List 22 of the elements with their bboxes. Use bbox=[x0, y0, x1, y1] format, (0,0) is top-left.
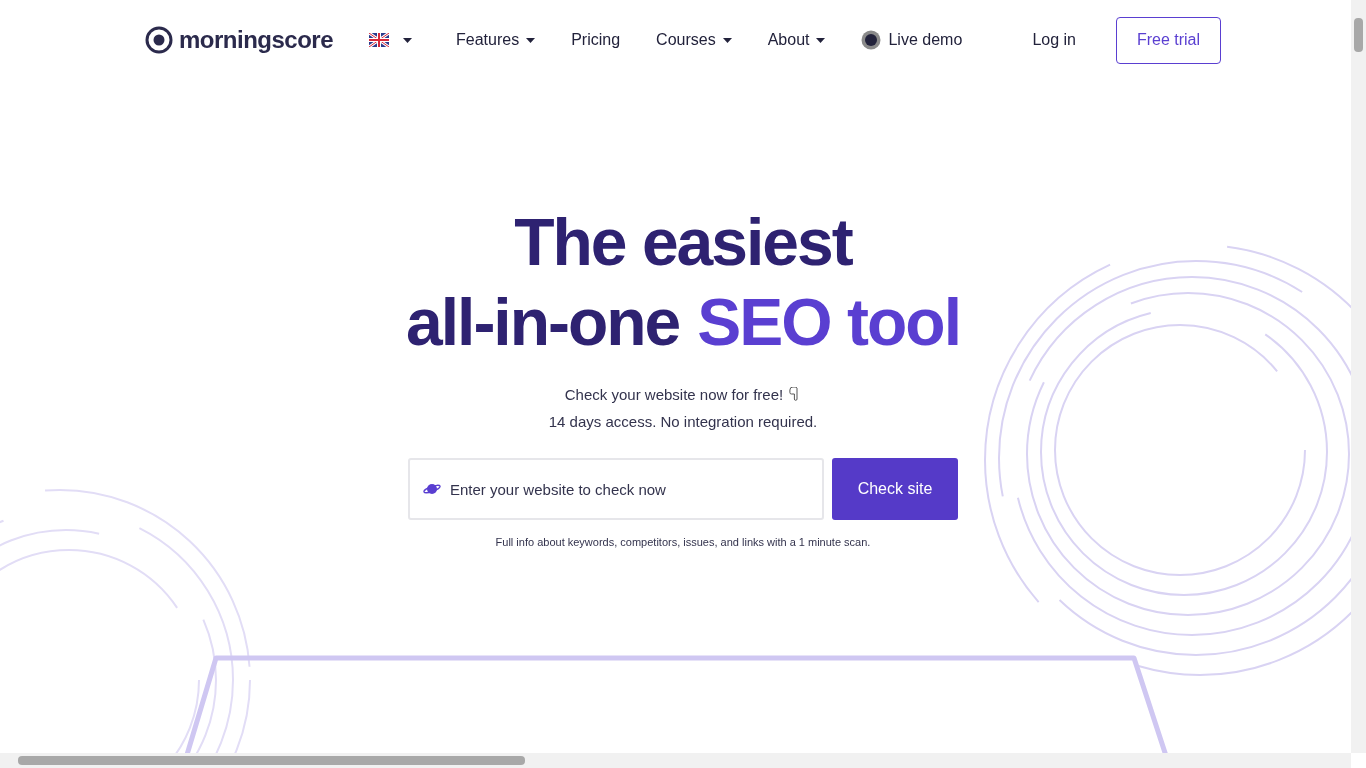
free-trial-button[interactable]: Free trial bbox=[1116, 16, 1221, 64]
nav-link[interactable]: About bbox=[767, 31, 826, 49]
vertical-scrollbar[interactable] bbox=[1351, 0, 1366, 753]
scan-info-text: Full info about keywords, competitors, issues, and links with a 1 minute scan. bbox=[495, 536, 871, 548]
record-dot-icon bbox=[861, 30, 882, 50]
headline: all-in-one bbox=[406, 284, 680, 361]
login-link[interactable]: Log in bbox=[1032, 31, 1076, 49]
headline: The easiest bbox=[514, 204, 852, 281]
logo-icon bbox=[145, 26, 173, 54]
nav-link[interactable]: Features bbox=[456, 31, 536, 49]
logo-text[interactable]: morningscore bbox=[179, 26, 334, 54]
live-demo-link[interactable]: Live demo bbox=[861, 30, 963, 50]
nav-link[interactable]: Pricing bbox=[571, 31, 621, 49]
flag-icon bbox=[369, 33, 390, 47]
horizontal-scrollbar[interactable] bbox=[0, 753, 1351, 768]
subtitle: 14 days access. No integration required. bbox=[548, 413, 818, 430]
planet-icon bbox=[423, 482, 441, 496]
website-input-field[interactable]: Enter your website to check now bbox=[408, 458, 824, 520]
nav-link[interactable]: Courses bbox=[656, 31, 732, 49]
headline-highlight: SEO tool bbox=[697, 284, 960, 361]
check-site-button[interactable]: Check site bbox=[832, 458, 958, 520]
subtitle: Check your website now for free! bbox=[564, 386, 784, 403]
